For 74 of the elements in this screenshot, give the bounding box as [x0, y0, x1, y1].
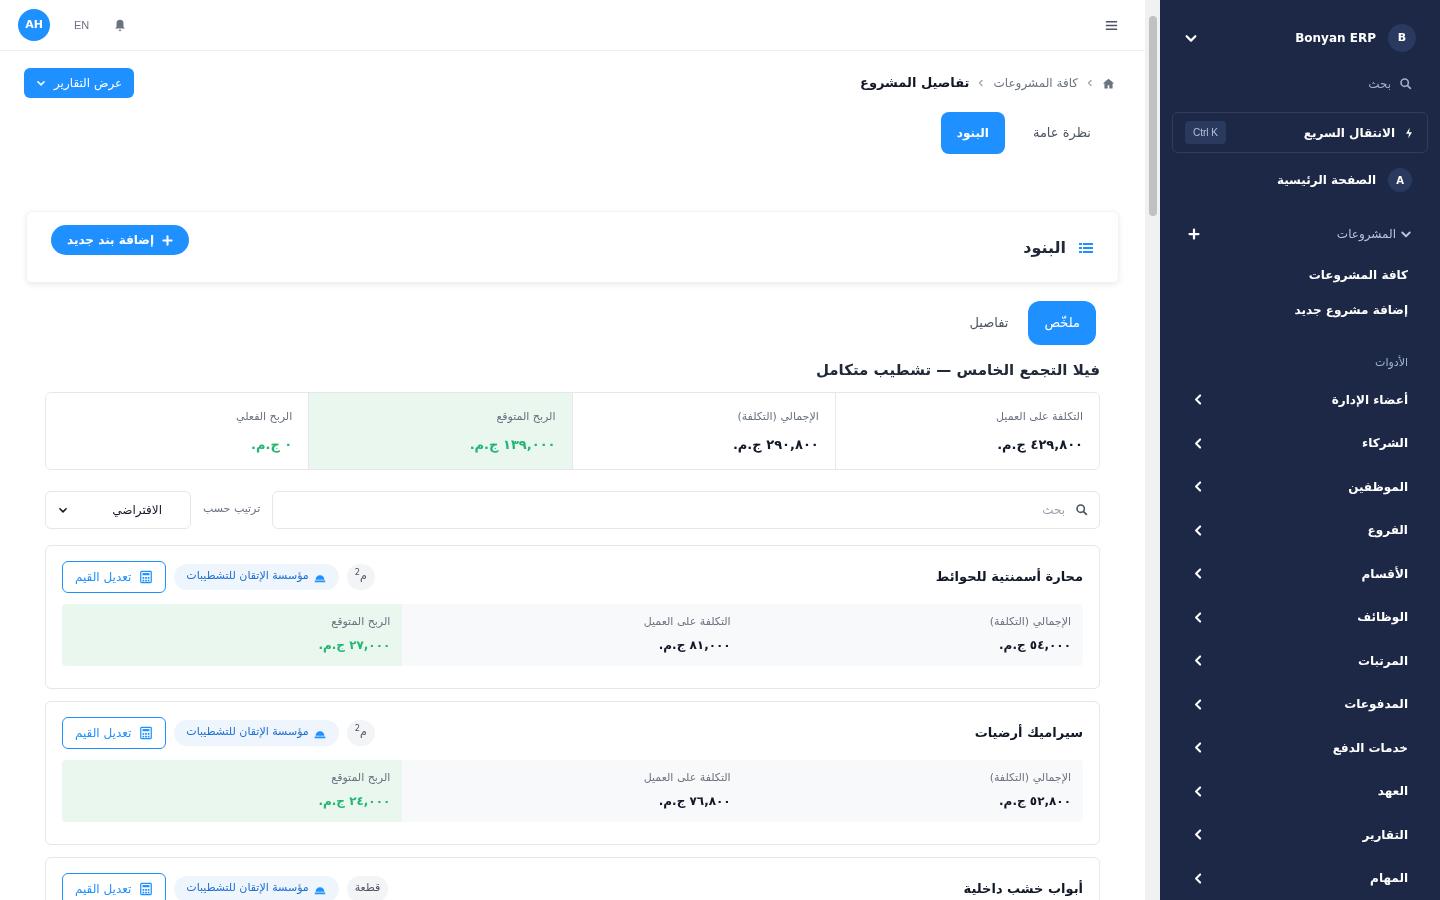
- stat-label: الإجمالي (التكلفة): [988, 613, 1071, 630]
- stat-value: ٤٢٩,٨٠٠ ج.م.: [996, 436, 1083, 455]
- stat-value: ٢٧,٠٠٠ ج.م.: [317, 637, 391, 654]
- stat-value: ١٣٩,٠٠٠ ج.م.: [468, 436, 556, 455]
- chevron-left-icon: [1086, 79, 1094, 87]
- chevron-down-icon: [36, 78, 46, 88]
- brand-name: Bonyan ERP: [1295, 30, 1376, 47]
- stat-label: التكلفة على العميل: [642, 769, 731, 786]
- shortcut-key: Ctrl K: [1185, 121, 1226, 145]
- sidebar-search-field[interactable]: بحث: [1241, 74, 1391, 93]
- nav-item[interactable]: خدمات الدفع: [1172, 726, 1428, 770]
- nav-item[interactable]: إضافة مشروع جديد: [1294, 301, 1408, 320]
- nav-item[interactable]: أعضاء الإدارة: [1172, 378, 1428, 422]
- search-icon: [1075, 502, 1088, 516]
- stat-value: ٥٤,٠٠٠ ج.م.: [998, 637, 1071, 654]
- view-tab[interactable]: تفاصيل: [961, 301, 1017, 345]
- section-heading: الأدوات: [1375, 354, 1408, 371]
- contractor-tag: مؤسسة الإتقان للتشطيبات: [174, 875, 339, 900]
- projects-group-toggle[interactable]: المشروعات: [1336, 225, 1412, 243]
- plus-icon: [1188, 228, 1200, 240]
- search-field[interactable]: بحث: [272, 490, 1100, 529]
- stat-value: ٢٩٠,٨٠٠ ج.م.: [731, 436, 819, 455]
- stat-label: الإجمالي (التكلفة): [736, 408, 819, 425]
- plus-icon: [162, 234, 174, 246]
- nav-item[interactable]: التقارير: [1172, 813, 1428, 857]
- stat-value: ٢٤,٠٠٠ ج.م.: [317, 793, 391, 810]
- stat-label: الإجمالي (التكلفة): [988, 769, 1071, 786]
- contractor-tag: مؤسسة الإتقان للتشطيبات: [174, 719, 339, 746]
- stat-label: الربح المتوقع: [330, 613, 391, 630]
- calculator-icon: [139, 569, 154, 584]
- bell-icon: [113, 18, 128, 32]
- sort-dropdown[interactable]: الافتراضي: [45, 490, 191, 529]
- language-button[interactable]: EN: [74, 16, 90, 34]
- stat-label: الربح المتوقع: [330, 769, 391, 786]
- project-title: فيلا التجمع الخامس — تشطيب متكامل: [814, 360, 1100, 381]
- stat-value: ٧٦,٨٠٠ ج.م.: [657, 793, 731, 810]
- calculator-icon: [139, 881, 154, 896]
- nav-item[interactable]: كافة المشروعات: [1308, 265, 1408, 284]
- item-name: محارة أسمنتية للحوائط: [935, 567, 1083, 586]
- tab[interactable]: نظرة عامة: [1016, 112, 1107, 154]
- stat-label: الربح الفعلي: [235, 408, 293, 425]
- section-title: البنود: [1023, 237, 1066, 259]
- nav-item[interactable]: المدفوعات: [1172, 682, 1428, 726]
- home-avatar: A: [1388, 168, 1412, 193]
- stat-value: ٨١,٠٠٠ ج.م.: [657, 637, 731, 654]
- stat-label: التكلفة على العميل: [995, 408, 1083, 425]
- nav-item[interactable]: الفروع: [1172, 508, 1428, 552]
- scrollbar[interactable]: [1145, 0, 1160, 900]
- nav-item[interactable]: الأقسام: [1172, 552, 1428, 596]
- item-name: أبواب خشب داخلية: [963, 879, 1083, 898]
- stat-label: الربح المتوقع: [495, 408, 556, 425]
- contractor-tag: مؤسسة الإتقان للتشطيبات: [174, 563, 339, 590]
- list-icon: [1078, 240, 1094, 256]
- chevron-left-icon: [977, 79, 986, 87]
- breadcrumb-current: تفاصيل المشروع: [860, 74, 970, 93]
- breadcrumb-link[interactable]: كافة المشروعات: [993, 74, 1078, 92]
- search-icon: [1399, 77, 1412, 91]
- sort-label: ترتيب حسب: [202, 501, 262, 518]
- home-icon: [1102, 76, 1115, 90]
- lightning-icon: [1403, 126, 1415, 139]
- nav-item[interactable]: الشركاء: [1172, 421, 1428, 465]
- brand-avatar: B: [1388, 24, 1416, 52]
- stat-label: التكلفة على العميل: [642, 613, 731, 630]
- group-label: المشروعات: [1336, 226, 1396, 243]
- calculator-icon: [139, 725, 154, 740]
- nav-item[interactable]: الوظائف: [1172, 595, 1428, 639]
- stat-value: ٥٢,٨٠٠ ج.م.: [998, 793, 1071, 810]
- item-name: سيراميك أرضيات: [974, 723, 1083, 742]
- nav-item[interactable]: المهام: [1172, 856, 1428, 900]
- unit-tag: قطعة: [346, 875, 389, 900]
- stat-value: ٠ ج.م.: [250, 436, 293, 455]
- nav-item[interactable]: العهد: [1172, 769, 1428, 813]
- nav-item[interactable]: الموظفين: [1172, 465, 1428, 509]
- nav-item[interactable]: المرتبات: [1172, 639, 1428, 683]
